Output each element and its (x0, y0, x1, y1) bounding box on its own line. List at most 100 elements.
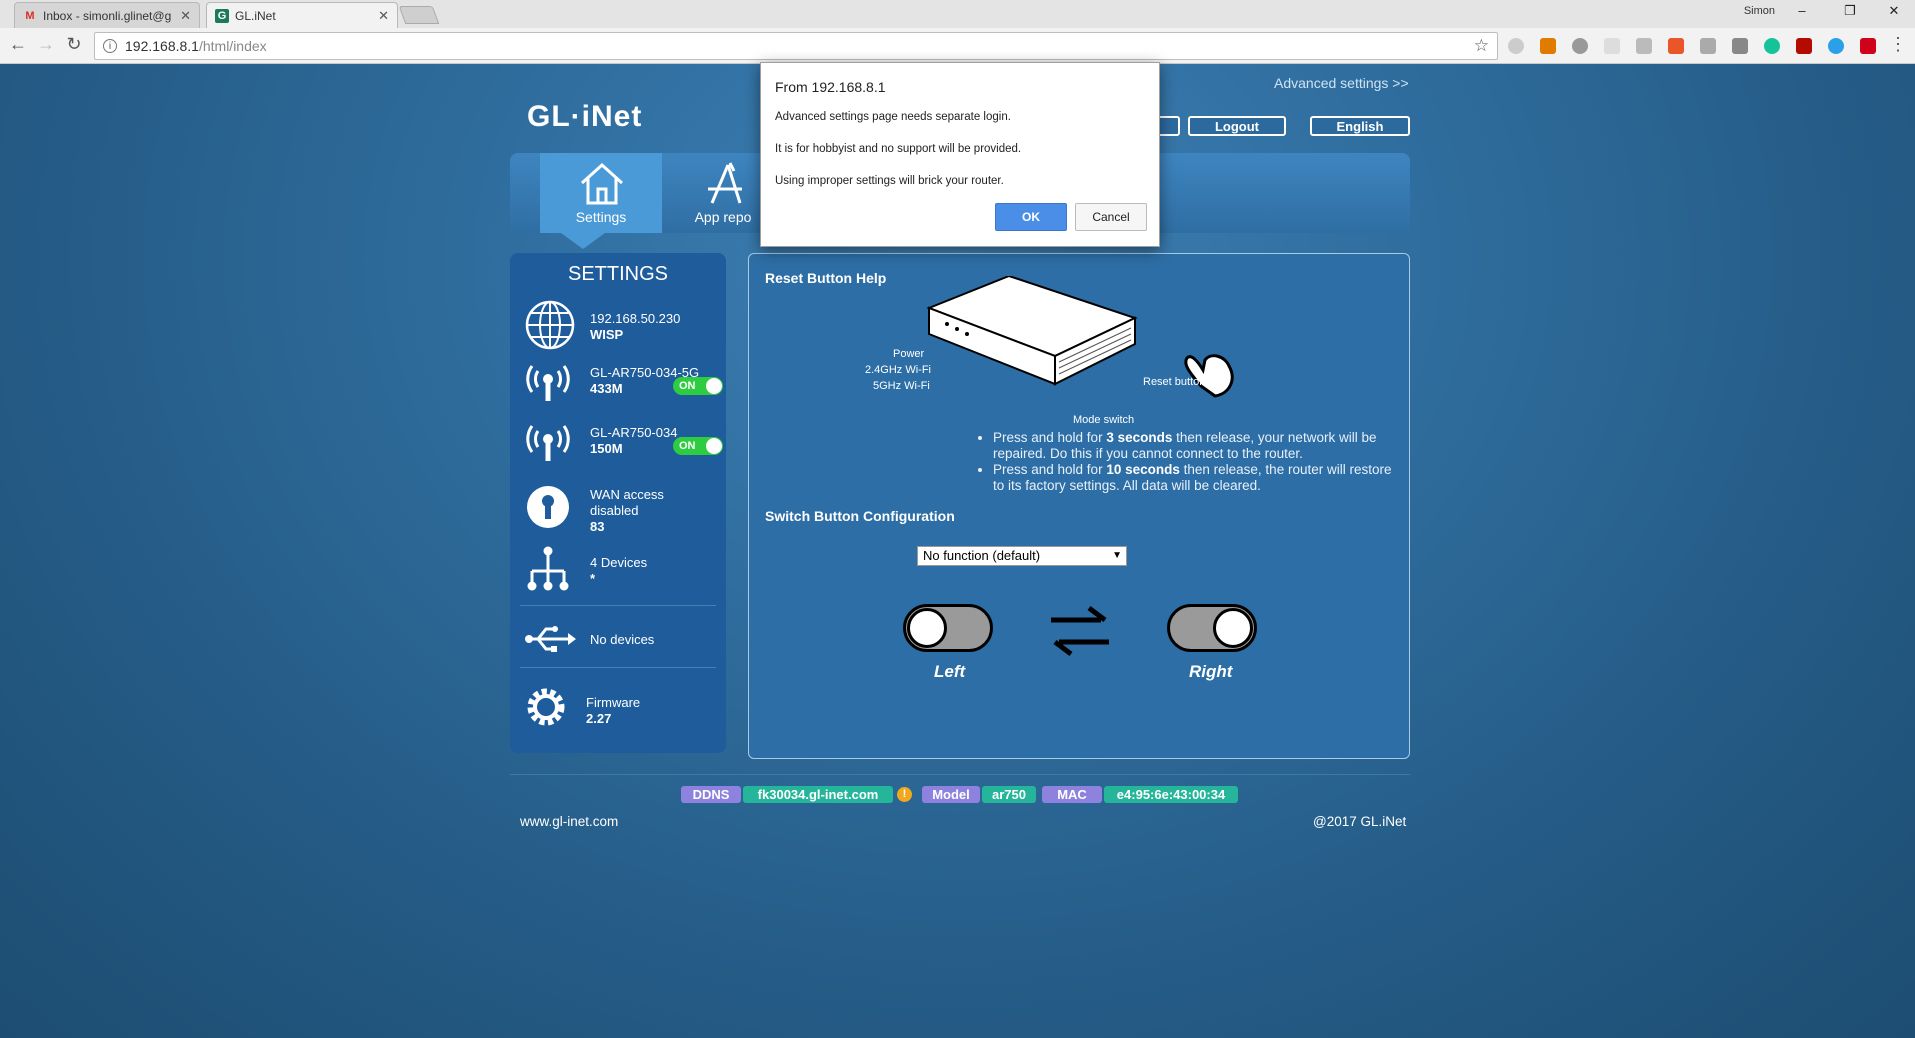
info-icon[interactable]: i (103, 39, 117, 53)
sidebar-item-firmware[interactable]: Firmware 2.27 (510, 679, 726, 735)
sidebar-item-clients[interactable]: 4 Devices * (510, 541, 726, 597)
extension-icon[interactable] (1828, 38, 1844, 54)
tab-gmail[interactable]: M Inbox - simonli.glinet@g ✕ (14, 2, 200, 28)
sidebar-item-usb[interactable]: No devices (510, 617, 726, 661)
dropdown-arrow-icon: ▼ (1112, 550, 1122, 561)
reset-help-list: Press and hold for 3 seconds then releas… (977, 430, 1397, 494)
swap-arrows-icon (1051, 606, 1109, 656)
extension-icon[interactable] (1540, 38, 1556, 54)
sidebar-divider (520, 605, 716, 606)
help-item-factory: Press and hold for 10 seconds then relea… (993, 462, 1397, 494)
sidebar-divider (520, 667, 716, 668)
restore-icon[interactable]: ❐ (1830, 3, 1870, 19)
url-path: /html/index (198, 38, 267, 54)
model-value-badge: ar750 (982, 786, 1036, 803)
settings-sidebar: SETTINGS 192.168.50.230 WISP GL-AR750-03… (510, 253, 726, 753)
browser-toolbar: ← → ↻ i 192.168.8.1/html/index ☆ ⋮ (0, 28, 1915, 64)
bookmark-star-icon[interactable]: ☆ (1474, 36, 1489, 56)
sidebar-item-value: 150M (590, 441, 623, 456)
extension-icon[interactable] (1668, 38, 1684, 54)
back-icon[interactable]: ← (6, 34, 30, 55)
extension-icon[interactable] (1764, 38, 1780, 54)
new-tab-button[interactable] (398, 6, 440, 24)
dialog-message-line: Using improper settings will brick your … (775, 175, 1004, 187)
network-icon (527, 546, 569, 591)
extension-icon[interactable] (1636, 38, 1652, 54)
extension-icon[interactable] (1796, 38, 1812, 54)
switch-config-title: Switch Button Configuration (765, 508, 955, 524)
ok-button[interactable]: OK (995, 203, 1067, 231)
footer-divider (510, 774, 1410, 775)
close-icon[interactable]: ✕ (378, 8, 389, 24)
left-switch-illustration (903, 604, 993, 652)
menu-icon[interactable]: ⋮ (1886, 34, 1910, 55)
tab-glinet[interactable]: G GL.iNet ✕ (206, 2, 398, 28)
sidebar-title: SETTINGS (567, 263, 668, 285)
confirm-dialog: From 192.168.8.1 Advanced settings page … (760, 62, 1160, 247)
gear-icon (527, 688, 565, 726)
dialog-title: From 192.168.8.1 (775, 79, 886, 95)
dialog-message-line: It is for hobbyist and no support will b… (775, 143, 1022, 155)
browser-tab-bar: M Inbox - simonli.glinet@g ✕ G GL.iNet ✕… (0, 0, 1915, 28)
extension-icon[interactable] (1700, 38, 1716, 54)
sidebar-item-value: 83 (590, 519, 605, 534)
reload-icon[interactable]: ↻ (62, 34, 86, 55)
keyhole-icon (527, 486, 569, 528)
tab-label: GL.iNet (235, 8, 276, 23)
advanced-settings-link[interactable]: Advanced settings >> (1274, 75, 1409, 91)
extension-icon[interactable] (1732, 38, 1748, 54)
website-link[interactable]: www.gl-inet.com (520, 814, 618, 829)
sidebar-item-wifi-5g[interactable]: GL-AR750-034-5G 433M ON (510, 359, 726, 409)
sidebar-item-wan-access[interactable]: WAN access disabled 83 (510, 479, 726, 535)
glinet-favicon: G (215, 8, 229, 23)
close-icon[interactable]: ✕ (180, 8, 191, 24)
address-bar[interactable]: i 192.168.8.1/html/index ☆ (94, 32, 1498, 60)
extension-icon[interactable] (1860, 38, 1876, 54)
gmail-icon: M (25, 9, 35, 22)
sidebar-item-label: WAN access (590, 487, 664, 502)
window-close-icon[interactable]: ✕ (1874, 3, 1914, 19)
sidebar-item-wifi-24g[interactable]: GL-AR750-034 150M ON (510, 419, 726, 469)
nav-active-pointer (561, 233, 605, 249)
reset-button-panel: Reset Button Help Power 2.4GHz Wi-Fi 5GH… (748, 253, 1410, 759)
wifi-icon (526, 425, 570, 461)
extension-icon[interactable] (1508, 38, 1524, 54)
logout-button[interactable]: Logout (1188, 116, 1286, 136)
help-item-repair: Press and hold for 3 seconds then releas… (993, 430, 1397, 462)
wifi5-label: 5GHz Wi-Fi (873, 380, 930, 392)
tab-label: Inbox - simonli.glinet@g (43, 8, 172, 23)
reset-button-label: Reset button (1143, 376, 1206, 388)
forward-icon[interactable]: → (34, 34, 58, 55)
globe-icon (525, 300, 575, 350)
minimize-icon[interactable]: – (1782, 3, 1822, 18)
sidebar-item-label: 192.168.50.230 (590, 311, 681, 326)
extension-icon[interactable] (1572, 38, 1588, 54)
right-switch-illustration (1167, 604, 1257, 652)
sidebar-item-label: No devices (590, 632, 655, 647)
cancel-button[interactable]: Cancel (1075, 203, 1147, 231)
sidebar-item-label: disabled (590, 503, 639, 518)
ddns-value-badge[interactable]: fk30034.gl-inet.com (743, 786, 893, 803)
copyright-text: @2017 GL.iNet (1313, 814, 1407, 829)
sidebar-item-value: * (590, 571, 596, 586)
wifi-24g-toggle[interactable]: ON (673, 437, 723, 455)
warning-icon[interactable]: ! (897, 787, 912, 802)
sidebar-item-label: Firmware (586, 695, 641, 710)
sidebar-item-label: 4 Devices (590, 555, 648, 570)
profile-name[interactable]: Simon (1744, 5, 1775, 17)
sidebar-item-value: WISP (590, 327, 624, 342)
nav-settings[interactable]: Settings (540, 153, 662, 233)
language-button[interactable]: English (1310, 116, 1410, 136)
nav-label: Settings (575, 209, 627, 225)
reset-help-title: Reset Button Help (765, 270, 887, 286)
url-host: 192.168.8.1 (125, 38, 199, 54)
sidebar-item-value: 2.27 (586, 711, 612, 726)
sidebar-item-internet[interactable]: 192.168.50.230 WISP (510, 299, 726, 353)
router-illustration (926, 276, 1234, 398)
select-value: No function (default) (923, 548, 1041, 563)
sidebar-item-value: 433M (590, 381, 623, 396)
switch-function-select[interactable]: No function (default) ▼ (917, 546, 1127, 566)
wifi-5g-toggle[interactable]: ON (673, 377, 723, 395)
wifi24-label: 2.4GHz Wi-Fi (865, 364, 931, 376)
extension-icon[interactable] (1604, 38, 1620, 54)
